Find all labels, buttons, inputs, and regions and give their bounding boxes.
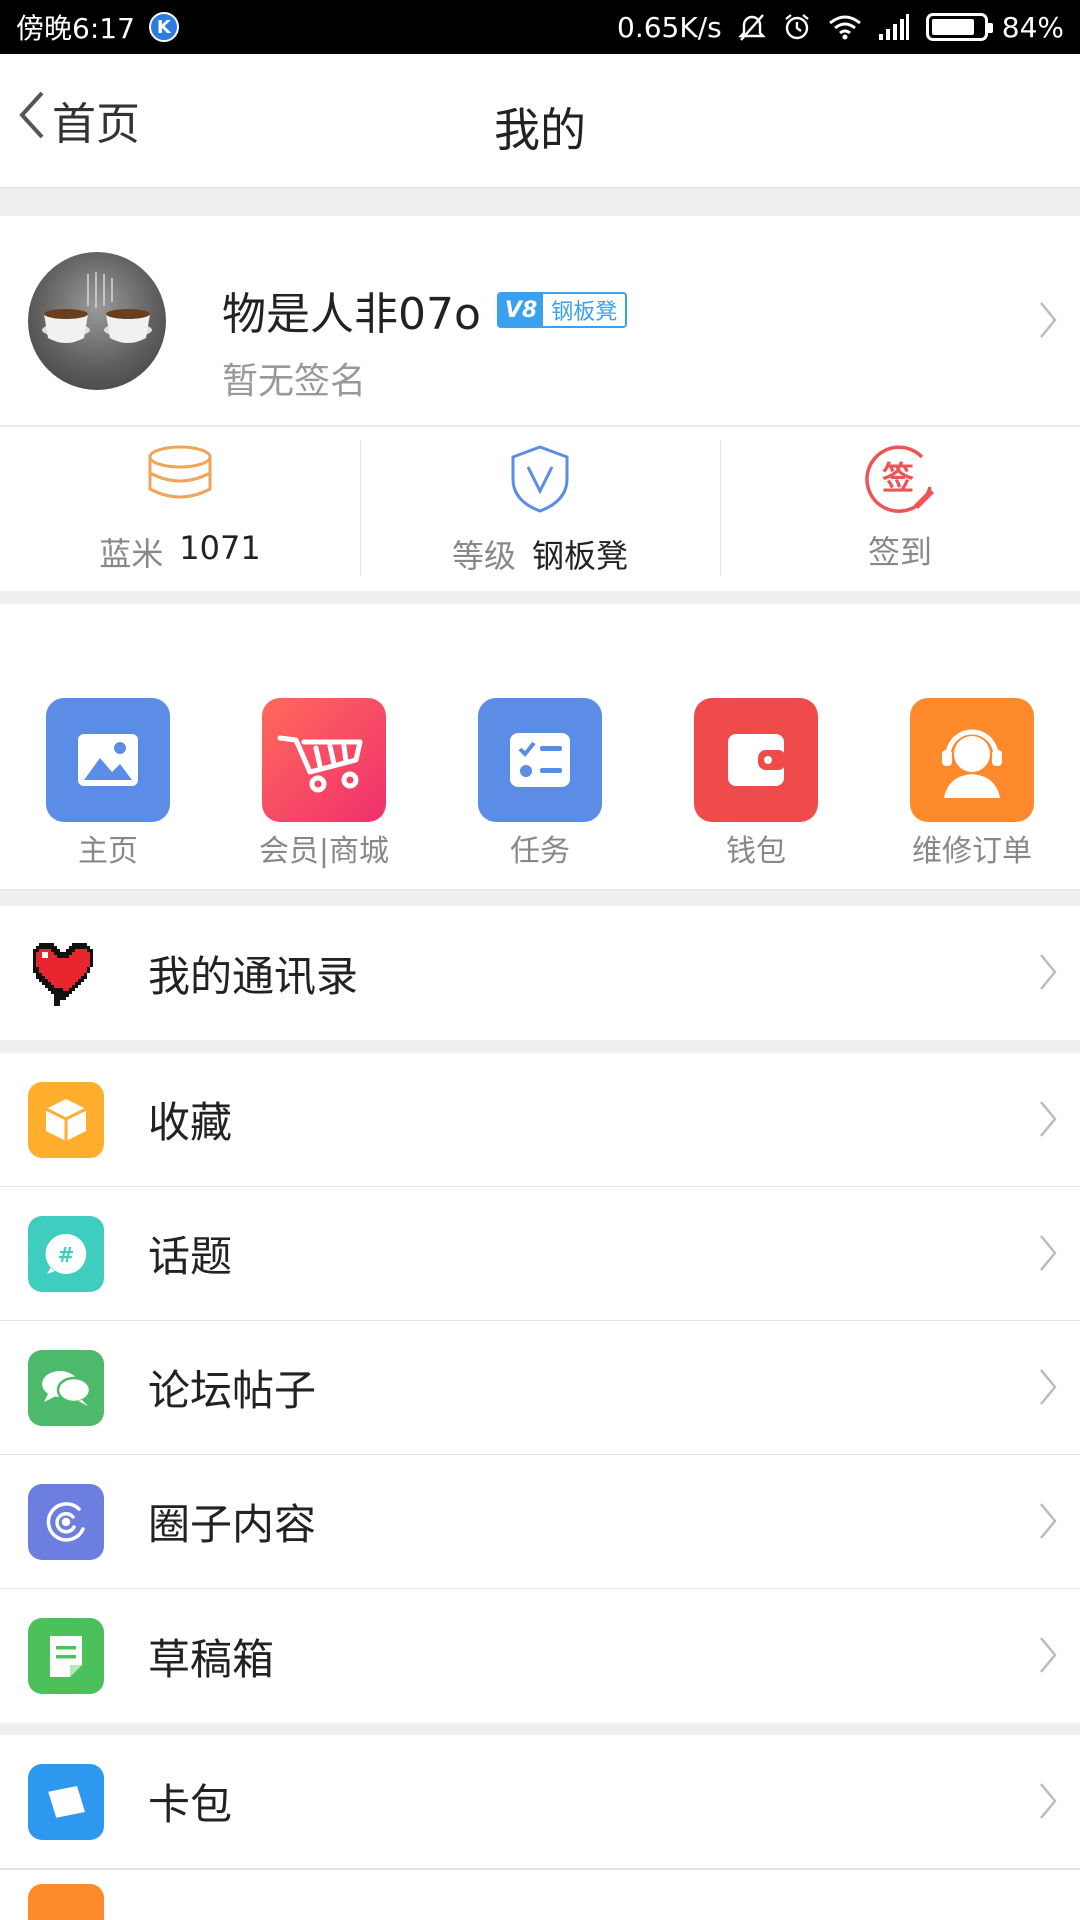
signal-icon xyxy=(878,14,910,40)
level-badge-text: 钢板凳 xyxy=(543,294,626,326)
stat-level[interactable]: 等级 钢板凳 xyxy=(360,427,720,591)
avatar-coffee-image xyxy=(42,272,152,343)
shortcut-label: 会员|商城 xyxy=(258,834,390,869)
level-badge-code: V8 xyxy=(498,294,544,326)
battery-level-fill xyxy=(931,19,974,35)
stat-label: 签到 xyxy=(867,533,932,571)
menu-item-label: 论坛帖子 xyxy=(148,1366,317,1415)
battery-indicator: 84% xyxy=(925,10,1064,44)
stat-value: 1071 xyxy=(179,529,261,567)
screen: 傍晚6:17 K 0.65K/s 84% 首页 我的 物是人非07o V8 钢板… xyxy=(0,0,1080,1920)
shortcut-label: 主页 xyxy=(78,834,138,869)
checklist-icon xyxy=(478,698,602,822)
menu-item-circle-content[interactable]: 圈子内容 xyxy=(0,1455,1080,1589)
picture-icon xyxy=(46,698,170,822)
cart-icon xyxy=(262,698,386,822)
username: 物是人非07o xyxy=(222,289,481,340)
sign-in-glyph: 签 xyxy=(881,459,914,497)
hashtag-bubble-icon: # xyxy=(28,1215,104,1292)
stat-label: 等级 xyxy=(451,537,516,575)
menu-item-favorites[interactable]: 收藏 xyxy=(0,1053,1080,1187)
contacts-group: 我的通讯录 xyxy=(0,906,1080,1040)
chevron-right-icon xyxy=(1038,1781,1058,1825)
status-time: 傍晚6:17 xyxy=(16,12,135,45)
card-icon xyxy=(28,1763,104,1840)
menu-item-contacts[interactable]: 我的通讯录 xyxy=(0,906,1080,1040)
page-title: 我的 xyxy=(494,103,586,157)
alarm-icon xyxy=(782,12,812,42)
shortcut-tasks[interactable]: 任务 xyxy=(432,698,648,870)
menu-item-card-wallet[interactable]: 卡包 xyxy=(0,1735,1080,1869)
menu-item-forum-posts[interactable]: 论坛帖子 xyxy=(0,1321,1080,1455)
shortcut-label: 任务 xyxy=(510,834,570,869)
shortcut-home[interactable]: 主页 xyxy=(0,698,216,870)
note-icon xyxy=(28,1618,104,1694)
chevron-right-icon xyxy=(1038,1233,1058,1277)
stats-bar: 蓝米 1071 等级 钢板凳 签 签到 xyxy=(0,427,1080,591)
profile-card[interactable]: 物是人非07o V8 钢板凳 暂无签名 xyxy=(0,216,1080,426)
menu-item-label: 收藏 xyxy=(148,1098,233,1147)
battery-icon xyxy=(925,13,993,41)
menu-item-label: 圈子内容 xyxy=(148,1500,317,1549)
chevron-right-icon xyxy=(1038,952,1058,996)
shortcut-vip-mall[interactable]: 会员|商城 xyxy=(216,698,432,870)
chevron-right-icon xyxy=(1038,1635,1058,1679)
wifi-icon xyxy=(828,14,862,40)
svg-text:#: # xyxy=(58,1243,75,1267)
menu-item-partial[interactable] xyxy=(0,1869,1080,1920)
shield-v-icon xyxy=(507,443,573,519)
circle-swirl-icon xyxy=(28,1483,104,1560)
box-icon xyxy=(28,1081,104,1158)
menu-item-label: 草稿箱 xyxy=(148,1634,275,1684)
menu-item-topics[interactable]: # 话题 xyxy=(0,1187,1080,1321)
menu-item-label: 话题 xyxy=(148,1232,233,1281)
chat-bubbles-icon xyxy=(28,1349,104,1426)
app-notification-icon: K xyxy=(148,12,179,42)
partial-row-icon xyxy=(28,1884,104,1920)
menu-group-wallet: 卡包 xyxy=(0,1735,1080,1920)
menu-item-label: 我的通讯录 xyxy=(148,951,359,1001)
shortcut-wallet[interactable]: 钱包 xyxy=(648,698,864,870)
chevron-right-icon xyxy=(1038,1501,1058,1545)
stat-sign-in[interactable]: 签 签到 xyxy=(720,427,1080,591)
sign-in-icon: 签 xyxy=(864,443,936,515)
headset-user-icon xyxy=(910,698,1034,822)
nav-header: 首页 我的 xyxy=(0,54,1080,188)
shortcut-grid: 主页 会员|商城 任务 钱包 维修订单 xyxy=(0,604,1080,890)
signature-text: 暂无签名 xyxy=(222,361,367,402)
avatar[interactable] xyxy=(28,252,166,390)
network-speed: 0.65K/s xyxy=(617,10,722,44)
stat-value: 钢板凳 xyxy=(532,537,629,575)
chevron-right-icon xyxy=(1038,1367,1058,1411)
menu-group-content: 收藏 # 话题 论坛帖子 圈子内容 草稿箱 xyxy=(0,1053,1080,1723)
chevron-right-icon xyxy=(1038,1099,1058,1143)
coins-icon xyxy=(144,443,216,517)
menu-item-label: 卡包 xyxy=(148,1780,233,1829)
stat-label: 蓝米 xyxy=(99,535,164,573)
chevron-right-icon xyxy=(1038,300,1058,344)
stat-lanmi[interactable]: 蓝米 1071 xyxy=(0,427,360,591)
battery-percent: 84% xyxy=(1001,10,1064,44)
shortcut-label: 维修订单 xyxy=(912,834,1032,869)
pixel-heart-icon xyxy=(26,933,106,1013)
wallet-icon xyxy=(694,698,818,822)
shortcut-repair-orders[interactable]: 维修订单 xyxy=(864,698,1080,870)
mute-bell-icon xyxy=(737,12,766,42)
status-bar: 傍晚6:17 K 0.65K/s 84% xyxy=(0,0,1080,54)
level-badge: V8 钢板凳 xyxy=(496,292,628,328)
shortcut-label: 钱包 xyxy=(726,834,786,869)
menu-item-drafts[interactable]: 草稿箱 xyxy=(0,1589,1080,1723)
